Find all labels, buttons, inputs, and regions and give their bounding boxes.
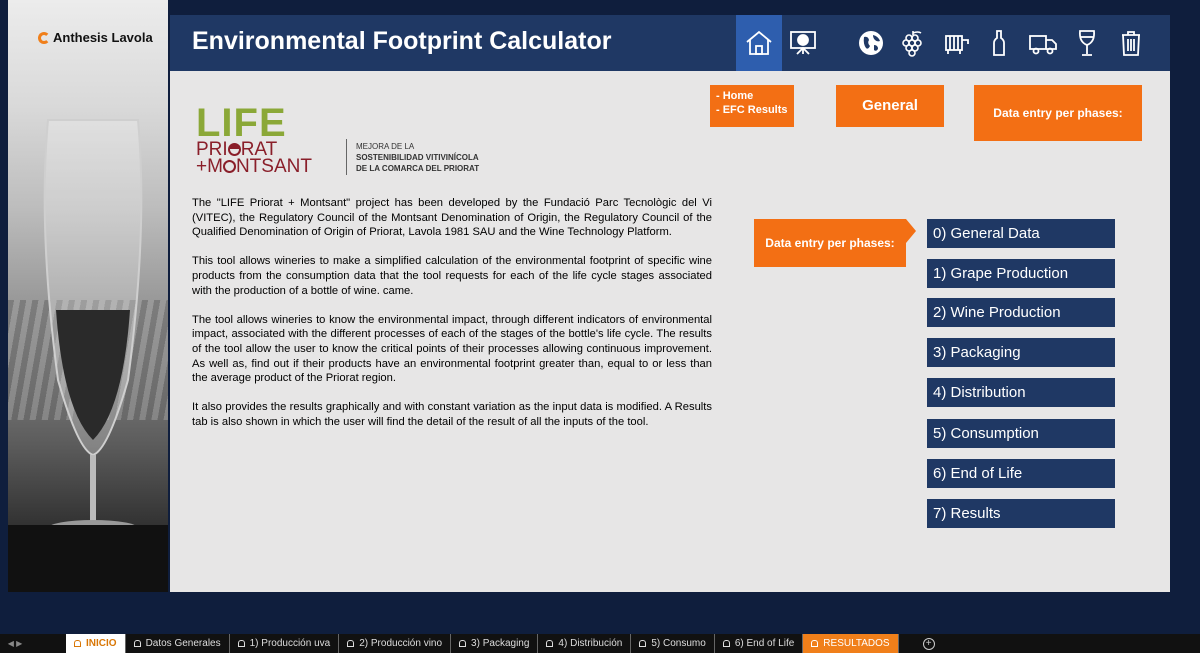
wine-glass-photo: Anthesis Lavola xyxy=(8,0,168,592)
lock-icon xyxy=(546,640,554,647)
phase-button-end-of-life[interactable]: 6) End of Life xyxy=(927,459,1115,488)
description-paragraph: The "LIFE Priorat + Montsant" project ha… xyxy=(192,197,712,239)
logo-mark-icon xyxy=(38,31,50,44)
callout-data-entry-top: Data entry per phases: xyxy=(974,85,1142,141)
description-paragraph: It also provides the results graphically… xyxy=(192,401,712,428)
phase-button-general-data[interactable]: 0) General Data xyxy=(927,219,1115,248)
trash-bin-icon[interactable] xyxy=(1108,15,1154,71)
presentation-chart-icon[interactable] xyxy=(780,15,826,71)
anthesis-lavola-logo: Anthesis Lavola xyxy=(38,30,153,45)
home-icon[interactable] xyxy=(736,15,782,71)
bottle-icon[interactable] xyxy=(976,15,1022,71)
phase-button-consumption[interactable]: 5) Consumption xyxy=(927,419,1115,448)
life-priorat-montsant-logo: LIFE PRI RAT +M NTSANT MEJORA DE LA SOSTEN… xyxy=(196,101,496,177)
page-title: Environmental Footprint Calculator xyxy=(192,27,612,55)
lock-icon xyxy=(133,640,141,647)
lock-icon xyxy=(639,640,647,647)
truck-icon[interactable] xyxy=(1020,15,1066,71)
logo-text: Anthesis Lavola xyxy=(53,30,153,45)
callout-home-line2: - EFC Results xyxy=(716,104,788,116)
callout-general: General xyxy=(836,85,944,127)
phase-button-results[interactable]: 7) Results xyxy=(927,499,1115,528)
main-content: - Home - EFC Results General Data entry … xyxy=(170,71,1170,592)
logo-o-glyph xyxy=(227,143,241,156)
description-paragraph: The tool allows wineries to know the env… xyxy=(192,313,712,385)
sheet-tab-consumo[interactable]: 5) Consumo xyxy=(631,634,715,653)
sheet-tab-resultados[interactable]: RESULTADOS xyxy=(803,634,899,653)
callout-home-line1: - Home xyxy=(716,90,754,102)
lock-icon xyxy=(722,640,730,647)
grape-icon[interactable] xyxy=(890,15,936,71)
phase-button-wine-production[interactable]: 2) Wine Production xyxy=(927,298,1115,327)
phase-button-grape-production[interactable]: 1) Grape Production xyxy=(927,259,1115,288)
logo-o-glyph xyxy=(222,160,236,173)
wine-glass-icon[interactable] xyxy=(1064,15,1110,71)
logo-tagline: MEJORA DE LA SOSTENIBILIDAD VITIVINÍCOLA… xyxy=(356,142,480,173)
logo-montsant-word: +M NTSANT xyxy=(196,156,312,177)
lock-icon xyxy=(74,640,81,647)
phase-button-packaging[interactable]: 3) Packaging xyxy=(927,338,1115,367)
sheet-tab-distribucion[interactable]: 4) Distribución xyxy=(538,634,632,653)
sheet-tab-inicio[interactable]: INICIO xyxy=(66,634,126,653)
sheet-tab-packaging[interactable]: 3) Packaging xyxy=(451,634,539,653)
globe-icon[interactable] xyxy=(848,15,894,71)
description-paragraph: This tool allows wineries to make a simp… xyxy=(192,255,712,297)
callout-data-entry-side: Data entry per phases: xyxy=(754,219,916,267)
sheet-tab-end-of-life[interactable]: 6) End of Life xyxy=(715,634,804,653)
logo-divider xyxy=(346,139,347,175)
sheet-tab-bar: ◀ ▶ INICIO Datos Generales 1) Producción… xyxy=(0,634,1200,653)
sheet-tab-produccion-uva[interactable]: 1) Producción uva xyxy=(230,634,340,653)
press-icon[interactable] xyxy=(934,15,980,71)
sheet-tab-datos-generales[interactable]: Datos Generales xyxy=(126,634,230,653)
callout-home-results: - Home - EFC Results xyxy=(710,85,794,127)
phase-button-distribution[interactable]: 4) Distribution xyxy=(927,378,1115,407)
lock-icon xyxy=(347,640,355,647)
lock-icon xyxy=(459,640,467,647)
sheet-tab-produccion-vino[interactable]: 2) Producción vino xyxy=(339,634,452,653)
project-description: The "LIFE Priorat + Montsant" project ha… xyxy=(192,196,712,444)
photo-dark-base xyxy=(8,525,168,592)
add-sheet-icon[interactable]: + xyxy=(922,637,935,650)
lock-icon xyxy=(811,640,819,647)
wine-glass-illustration xyxy=(43,119,143,536)
lock-icon xyxy=(237,640,245,647)
app-header: Environmental Footprint Calculator xyxy=(170,15,1170,71)
scroll-left-arrow-icon[interactable]: ◀ ▶ xyxy=(0,639,30,648)
